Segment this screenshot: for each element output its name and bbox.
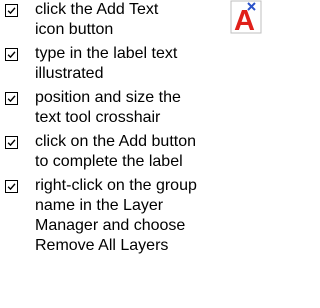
item-4-line-2: to complete the label bbox=[35, 153, 183, 170]
add-text-icon: A bbox=[230, 0, 262, 34]
item-2-line-1: type in the label text bbox=[35, 45, 178, 62]
checked-box-icon bbox=[5, 136, 18, 149]
item-2-line-2: illustrated bbox=[35, 65, 104, 82]
item-5-line-1: right-click on the group bbox=[35, 177, 197, 194]
item-3-line-2: text tool crosshair bbox=[35, 109, 161, 126]
instruction-checklist: click the Add Text icon button type in t… bbox=[0, 0, 267, 308]
add-text-icon-letter: A bbox=[234, 5, 255, 34]
item-5-line-2: name in the Layer bbox=[35, 197, 164, 214]
item-1-line-1: click the Add Text bbox=[35, 1, 159, 18]
checked-box-icon bbox=[5, 180, 18, 193]
checked-box-icon bbox=[5, 92, 18, 105]
item-5-line-3: Manager and choose bbox=[35, 217, 186, 234]
item-5-line-4: Remove All Layers bbox=[35, 237, 169, 254]
checked-box-icon bbox=[5, 48, 18, 61]
item-1-line-2: icon button bbox=[35, 21, 114, 38]
item-3-line-1: position and size the bbox=[35, 89, 181, 106]
item-4-line-1: click on the Add button bbox=[35, 133, 196, 150]
checked-box-icon bbox=[5, 4, 18, 17]
